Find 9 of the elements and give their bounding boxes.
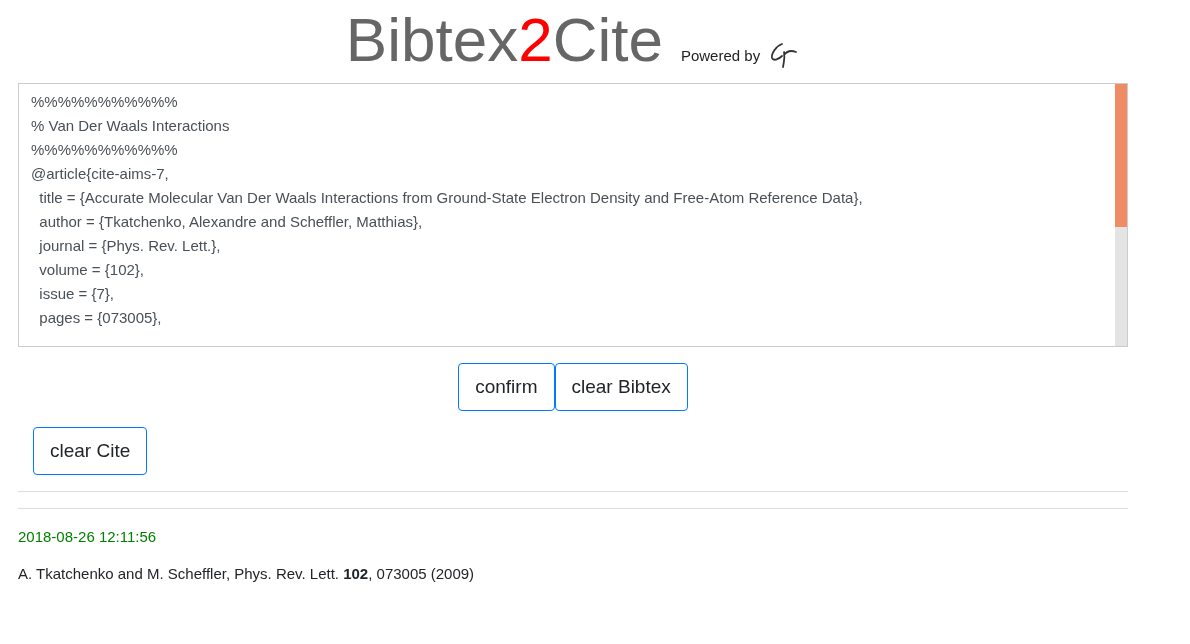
scrollbar[interactable]	[1115, 84, 1127, 346]
clear-cite-button[interactable]: clear Cite	[33, 427, 148, 475]
confirm-button[interactable]: confirm	[458, 363, 555, 411]
citation-text: A. Tkatchenko and M. Scheffler, Phys. Rev. Lett. 102, 073005 (2009)	[18, 565, 476, 582]
clear-bibtex-button[interactable]: clear Bibtex	[554, 363, 688, 411]
powered-by-label: Powered by	[680, 46, 761, 64]
app-title: Bibtex2Cite	[345, 4, 663, 76]
bibtex-field[interactable]: %%%%%%%%%%% % Van Der Waals Interactions %%%%%%%%%%% @article{cite-aims-7, title = {Accurate Molecular Van Der Waals Interactions from Ground-State Electron Density and Free-Atom Reference Data}, author = {Tkatchenko, Alexandre and Scheffler, Matthias}, journal = {Phys. Rev. Lett.}, volume = {102}, issue = {7}, pages = {073005},	[18, 83, 1128, 347]
timestamp: 2018-08-26 12:11:56	[18, 528, 158, 545]
